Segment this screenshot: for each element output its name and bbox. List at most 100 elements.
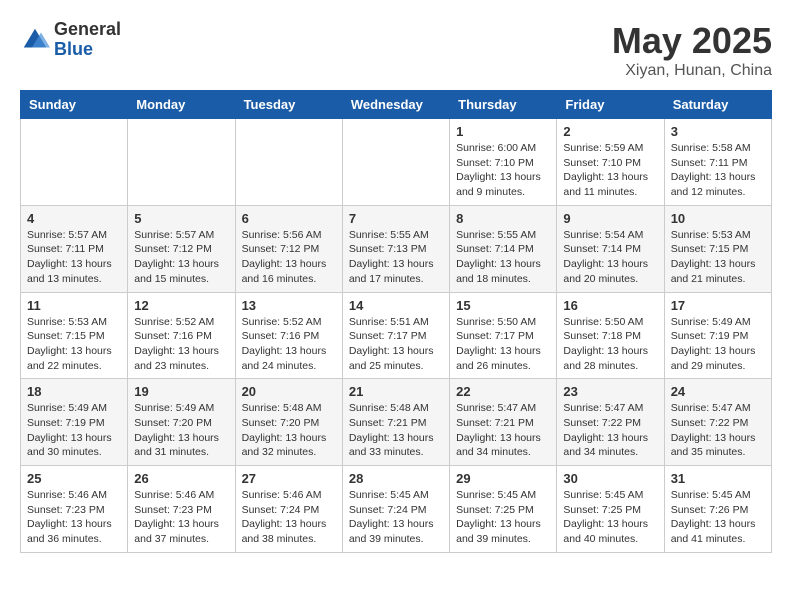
calendar-cell: 23 Sunrise: 5:47 AM Sunset: 7:22 PM Dayli… — [557, 379, 664, 466]
calendar-cell: 13Sunrise: 5:52 AM Sunset: 7:16 PM Dayli… — [235, 292, 342, 379]
day-number: 27 — [242, 471, 336, 486]
day-number: 21 — [349, 384, 443, 399]
calendar-cell: 21Sunrise: 5:48 AM Sunset: 7:21 PM Dayli… — [342, 379, 449, 466]
day-number: 28 — [349, 471, 443, 486]
day-info: Sunrise: 5:53 AM Sunset: 7:15 PM Dayligh… — [671, 228, 765, 287]
day-number: 16 — [563, 298, 657, 313]
calendar-header: SundayMondayTuesdayWednesdayThursdayFrid… — [21, 91, 772, 119]
calendar-cell: 9 Sunrise: 5:54 AM Sunset: 7:14 PM Daylig… — [557, 205, 664, 292]
logo-text: General Blue — [54, 20, 121, 60]
page-header: General Blue May 2025 Xiyan, Hunan, Chin… — [20, 20, 772, 80]
calendar-cell: 5 Sunrise: 5:57 AM Sunset: 7:12 PM Daylig… — [128, 205, 235, 292]
calendar-cell: 26 Sunrise: 5:46 AM Sunset: 7:23 PM Dayli… — [128, 466, 235, 553]
calendar-cell: 22Sunrise: 5:47 AM Sunset: 7:21 PM Dayli… — [450, 379, 557, 466]
day-info: Sunrise: 5:46 AM Sunset: 7:23 PM Dayligh… — [134, 488, 228, 547]
calendar-week-1: 1 Sunrise: 6:00 AM Sunset: 7:10 PM Daylig… — [21, 119, 772, 206]
title-area: May 2025 Xiyan, Hunan, China — [612, 20, 772, 80]
location: Xiyan, Hunan, China — [612, 62, 772, 80]
day-info: Sunrise: 5:47 AM Sunset: 7:22 PM Dayligh… — [671, 401, 765, 460]
day-number: 22 — [456, 384, 550, 399]
calendar-cell: 14Sunrise: 5:51 AM Sunset: 7:17 PM Dayli… — [342, 292, 449, 379]
calendar-cell: 3 Sunrise: 5:58 AM Sunset: 7:11 PM Daylig… — [664, 119, 771, 206]
calendar-cell — [21, 119, 128, 206]
day-info: Sunrise: 5:52 AM Sunset: 7:16 PM Dayligh… — [134, 315, 228, 374]
header-day-sunday: Sunday — [21, 91, 128, 119]
day-info: Sunrise: 5:48 AM Sunset: 7:20 PM Dayligh… — [242, 401, 336, 460]
day-number: 14 — [349, 298, 443, 313]
day-info: Sunrise: 5:59 AM Sunset: 7:10 PM Dayligh… — [563, 141, 657, 200]
header-day-monday: Monday — [128, 91, 235, 119]
day-info: Sunrise: 5:58 AM Sunset: 7:11 PM Dayligh… — [671, 141, 765, 200]
day-info: Sunrise: 6:00 AM Sunset: 7:10 PM Dayligh… — [456, 141, 550, 200]
calendar-cell: 12Sunrise: 5:52 AM Sunset: 7:16 PM Dayli… — [128, 292, 235, 379]
day-number: 17 — [671, 298, 765, 313]
logo: General Blue — [20, 20, 121, 60]
day-info: Sunrise: 5:45 AM Sunset: 7:25 PM Dayligh… — [456, 488, 550, 547]
calendar-week-5: 25 Sunrise: 5:46 AM Sunset: 7:23 PM Dayli… — [21, 466, 772, 553]
day-info: Sunrise: 5:53 AM Sunset: 7:15 PM Dayligh… — [27, 315, 121, 374]
calendar-cell: 31Sunrise: 5:45 AM Sunset: 7:26 PM Dayli… — [664, 466, 771, 553]
calendar-cell: 28 Sunrise: 5:45 AM Sunset: 7:24 PM Dayli… — [342, 466, 449, 553]
day-info: Sunrise: 5:49 AM Sunset: 7:20 PM Dayligh… — [134, 401, 228, 460]
day-number: 7 — [349, 211, 443, 226]
calendar-cell: 10 Sunrise: 5:53 AM Sunset: 7:15 PM Dayli… — [664, 205, 771, 292]
day-number: 5 — [134, 211, 228, 226]
logo-general: General — [54, 20, 121, 40]
day-info: Sunrise: 5:49 AM Sunset: 7:19 PM Dayligh… — [27, 401, 121, 460]
calendar-cell: 6 Sunrise: 5:56 AM Sunset: 7:12 PM Daylig… — [235, 205, 342, 292]
header-day-tuesday: Tuesday — [235, 91, 342, 119]
day-number: 6 — [242, 211, 336, 226]
day-info: Sunrise: 5:54 AM Sunset: 7:14 PM Dayligh… — [563, 228, 657, 287]
calendar-cell: 24 Sunrise: 5:47 AM Sunset: 7:22 PM Dayli… — [664, 379, 771, 466]
day-info: Sunrise: 5:57 AM Sunset: 7:11 PM Dayligh… — [27, 228, 121, 287]
day-number: 29 — [456, 471, 550, 486]
day-number: 2 — [563, 124, 657, 139]
calendar-week-2: 4 Sunrise: 5:57 AM Sunset: 7:11 PM Daylig… — [21, 205, 772, 292]
day-number: 18 — [27, 384, 121, 399]
calendar-cell — [342, 119, 449, 206]
day-number: 20 — [242, 384, 336, 399]
day-number: 30 — [563, 471, 657, 486]
day-info: Sunrise: 5:55 AM Sunset: 7:14 PM Dayligh… — [456, 228, 550, 287]
calendar-cell: 19Sunrise: 5:49 AM Sunset: 7:20 PM Dayli… — [128, 379, 235, 466]
day-info: Sunrise: 5:56 AM Sunset: 7:12 PM Dayligh… — [242, 228, 336, 287]
day-number: 1 — [456, 124, 550, 139]
day-number: 11 — [27, 298, 121, 313]
calendar-cell: 2 Sunrise: 5:59 AM Sunset: 7:10 PM Daylig… — [557, 119, 664, 206]
day-info: Sunrise: 5:52 AM Sunset: 7:16 PM Dayligh… — [242, 315, 336, 374]
calendar-cell: 27 Sunrise: 5:46 AM Sunset: 7:24 PM Dayli… — [235, 466, 342, 553]
calendar-cell: 8 Sunrise: 5:55 AM Sunset: 7:14 PM Daylig… — [450, 205, 557, 292]
calendar-cell: 18 Sunrise: 5:49 AM Sunset: 7:19 PM Dayli… — [21, 379, 128, 466]
day-number: 10 — [671, 211, 765, 226]
day-info: Sunrise: 5:46 AM Sunset: 7:23 PM Dayligh… — [27, 488, 121, 547]
calendar-cell: 11 Sunrise: 5:53 AM Sunset: 7:15 PM Dayli… — [21, 292, 128, 379]
header-day-thursday: Thursday — [450, 91, 557, 119]
logo-icon — [20, 25, 50, 55]
day-info: Sunrise: 5:46 AM Sunset: 7:24 PM Dayligh… — [242, 488, 336, 547]
calendar-cell: 20 Sunrise: 5:48 AM Sunset: 7:20 PM Dayli… — [235, 379, 342, 466]
calendar-cell: 25 Sunrise: 5:46 AM Sunset: 7:23 PM Dayli… — [21, 466, 128, 553]
day-number: 8 — [456, 211, 550, 226]
calendar-cell: 16Sunrise: 5:50 AM Sunset: 7:18 PM Dayli… — [557, 292, 664, 379]
logo-blue: Blue — [54, 40, 121, 60]
day-number: 25 — [27, 471, 121, 486]
calendar-cell — [235, 119, 342, 206]
day-number: 24 — [671, 384, 765, 399]
calendar-body: 1 Sunrise: 6:00 AM Sunset: 7:10 PM Daylig… — [21, 119, 772, 553]
day-info: Sunrise: 5:47 AM Sunset: 7:22 PM Dayligh… — [563, 401, 657, 460]
calendar-cell: 30Sunrise: 5:45 AM Sunset: 7:25 PM Dayli… — [557, 466, 664, 553]
day-number: 15 — [456, 298, 550, 313]
day-number: 26 — [134, 471, 228, 486]
day-number: 4 — [27, 211, 121, 226]
day-info: Sunrise: 5:57 AM Sunset: 7:12 PM Dayligh… — [134, 228, 228, 287]
calendar-cell: 15 Sunrise: 5:50 AM Sunset: 7:17 PM Dayli… — [450, 292, 557, 379]
day-number: 3 — [671, 124, 765, 139]
day-number: 9 — [563, 211, 657, 226]
month-title: May 2025 — [612, 20, 772, 62]
day-info: Sunrise: 5:50 AM Sunset: 7:17 PM Dayligh… — [456, 315, 550, 374]
day-info: Sunrise: 5:45 AM Sunset: 7:24 PM Dayligh… — [349, 488, 443, 547]
day-number: 23 — [563, 384, 657, 399]
day-info: Sunrise: 5:45 AM Sunset: 7:26 PM Dayligh… — [671, 488, 765, 547]
calendar-cell: 4 Sunrise: 5:57 AM Sunset: 7:11 PM Daylig… — [21, 205, 128, 292]
day-info: Sunrise: 5:49 AM Sunset: 7:19 PM Dayligh… — [671, 315, 765, 374]
